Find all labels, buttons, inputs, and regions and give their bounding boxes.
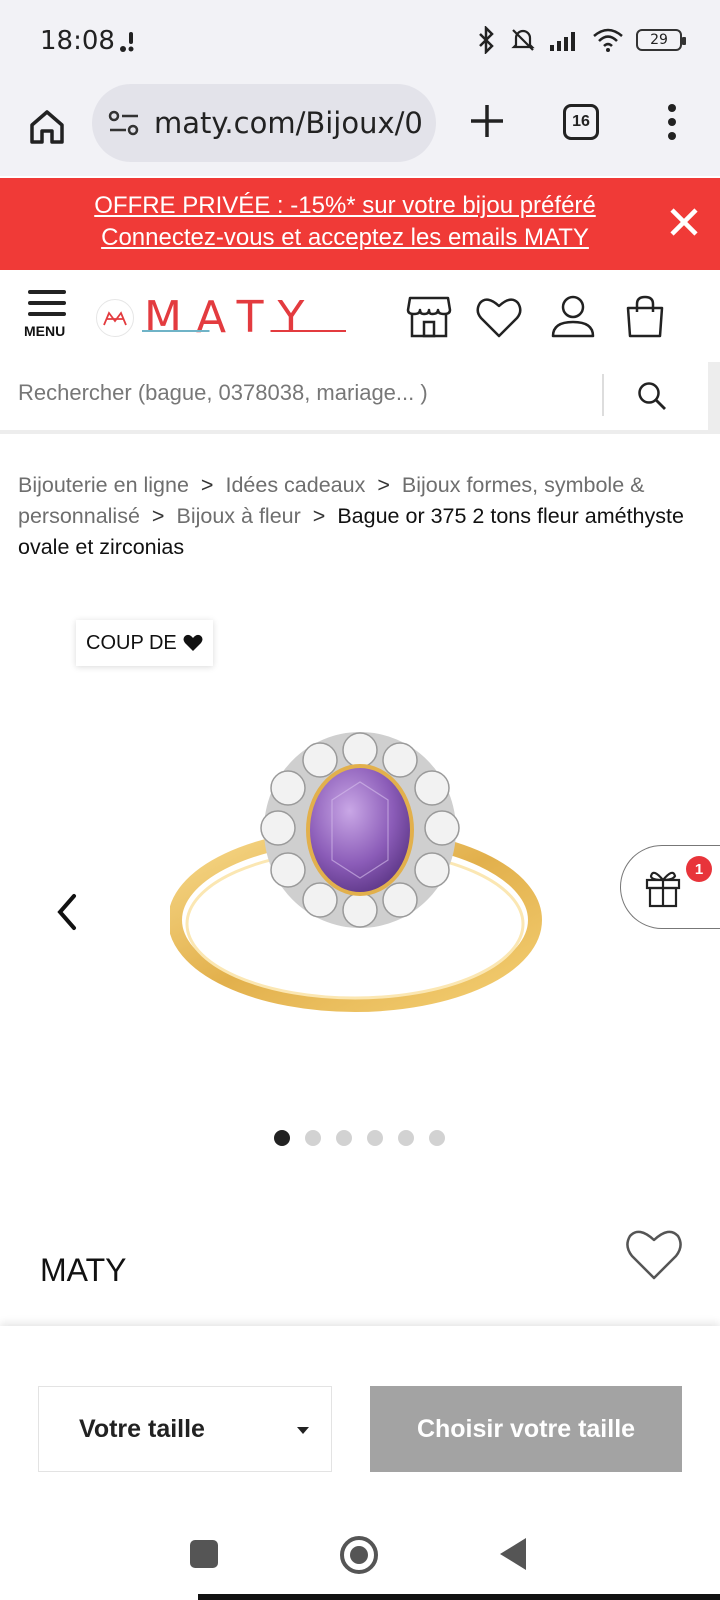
promo-banner[interactable]: OFFRE PRIVÉE : -15%* sur votre bijou pré… xyxy=(0,178,720,270)
status-icons: 29 xyxy=(476,26,686,54)
chevron-left-icon[interactable] xyxy=(50,890,84,934)
add-to-wishlist-heart-icon[interactable] xyxy=(624,1226,684,1282)
size-select[interactable]: Votre taille xyxy=(38,1386,332,1472)
signal-icon xyxy=(550,32,575,51)
product-brand: MATY xyxy=(40,1252,127,1288)
promo-text[interactable]: OFFRE PRIVÉE : -15%* sur votre bijou pré… xyxy=(60,190,630,254)
system-nav-bar xyxy=(0,1502,720,1600)
new-tab-icon[interactable] xyxy=(462,96,512,146)
home-icon xyxy=(30,110,64,144)
site-settings-icon[interactable] xyxy=(108,108,140,138)
mute-icon xyxy=(511,29,535,51)
site-logo[interactable]: MATY xyxy=(96,292,318,343)
status-bar: 18:08 29 xyxy=(0,0,720,80)
url-text[interactable]: maty.com/Bijoux/06 xyxy=(154,106,424,140)
dot xyxy=(668,118,676,126)
breadcrumb-separator: > xyxy=(200,473,214,497)
battery-icon: 29 xyxy=(636,29,686,51)
gift-count-badge: 1 xyxy=(686,856,712,882)
sticky-purchase-bar: Votre taille Choisir votre taille xyxy=(0,1326,720,1502)
store-icon[interactable] xyxy=(404,292,454,342)
gift-icon xyxy=(645,871,681,908)
search-bar xyxy=(0,362,720,434)
carousel-dot[interactable] xyxy=(274,1130,290,1146)
tab-switcher-button[interactable]: 16 xyxy=(563,104,599,140)
caret-down-icon xyxy=(297,1427,309,1434)
breadcrumb-item[interactable]: Bijoux à fleur xyxy=(176,504,300,528)
notification-dot-icon xyxy=(120,32,134,52)
address-bar[interactable]: maty.com/Bijoux/06 xyxy=(92,84,436,162)
carousel-dot[interactable] xyxy=(367,1130,383,1146)
close-icon[interactable] xyxy=(664,202,704,242)
dot xyxy=(668,104,676,112)
dot xyxy=(668,132,676,140)
search-icon[interactable] xyxy=(636,380,668,412)
size-select-label: Votre taille xyxy=(79,1414,205,1443)
menu-button[interactable]: MENU xyxy=(24,290,72,350)
search-box[interactable] xyxy=(0,362,708,430)
browser-toolbar: maty.com/Bijoux/06 16 xyxy=(0,80,720,176)
breadcrumb: Bijouterie en ligne > Idées cadeaux > Bijoux… xyxy=(18,470,708,563)
system-home-button[interactable] xyxy=(340,1536,378,1574)
search-input[interactable] xyxy=(18,380,588,406)
product-image[interactable] xyxy=(170,730,560,1070)
breadcrumb-separator: > xyxy=(151,504,165,528)
promo-line-1[interactable]: OFFRE PRIVÉE : -15%* sur votre bijou pré… xyxy=(60,190,630,222)
carousel-dot[interactable] xyxy=(336,1130,352,1146)
hamburger-icon xyxy=(24,290,72,316)
promo-line-2[interactable]: Connectez-vous et acceptez les emails MA… xyxy=(60,222,630,254)
breadcrumb-item[interactable]: Bijouterie en ligne xyxy=(18,473,189,497)
coup-de-coeur-badge: COUP DE xyxy=(76,620,213,666)
wishlist-heart-icon[interactable] xyxy=(474,292,524,342)
logo-underline xyxy=(142,330,346,332)
carousel-dot[interactable] xyxy=(305,1130,321,1146)
cart-bag-icon[interactable] xyxy=(620,292,670,342)
nav-handle xyxy=(198,1594,720,1600)
recents-button[interactable] xyxy=(190,1540,218,1568)
logo-mark-icon xyxy=(96,298,134,337)
back-button[interactable] xyxy=(500,1538,526,1570)
bluetooth-icon xyxy=(479,26,494,54)
carousel-dot[interactable] xyxy=(398,1130,414,1146)
status-time: 18:08 xyxy=(40,26,115,56)
browser-menu-button[interactable] xyxy=(660,98,684,146)
breadcrumb-separator: > xyxy=(312,504,326,528)
logo-text: MATY xyxy=(144,292,319,343)
choose-size-button[interactable]: Choisir votre taille xyxy=(370,1386,682,1472)
breadcrumb-item[interactable]: Idées cadeaux xyxy=(225,473,365,497)
account-icon[interactable] xyxy=(548,292,598,342)
wifi-icon xyxy=(593,28,623,52)
search-divider xyxy=(602,374,604,416)
carousel-dot[interactable] xyxy=(429,1130,445,1146)
breadcrumb-separator: > xyxy=(377,473,390,497)
badge-label: COUP DE xyxy=(86,631,177,654)
browser-home-button[interactable] xyxy=(22,102,72,152)
heart-icon xyxy=(183,634,203,651)
site-header: MENU MATY xyxy=(0,270,720,362)
menu-label: MENU xyxy=(24,323,66,339)
carousel-dots xyxy=(274,1130,445,1146)
